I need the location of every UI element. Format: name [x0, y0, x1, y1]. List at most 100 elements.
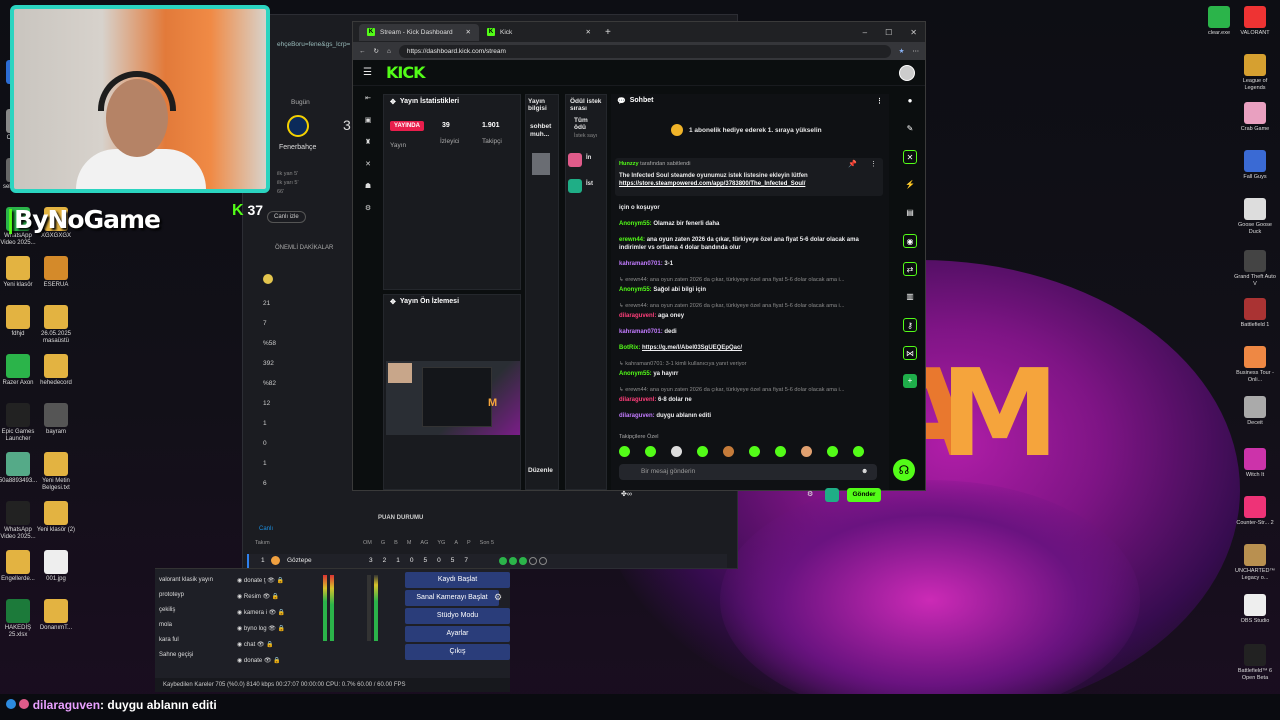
- more-icon[interactable]: ⋮: [876, 97, 883, 105]
- sidebar-icon-2[interactable]: ▣: [365, 116, 372, 124]
- chat-input[interactable]: Bir mesaj gönderin: [619, 464, 877, 480]
- obs-sources-list[interactable]: ◉ donate ţ 👁 🔒 ◉ Resim 👁 🔒 ◉ kamera i 👁 🔒 ◉…: [237, 573, 285, 669]
- obs-source-item[interactable]: ◉ chat 👁 🔒: [237, 637, 285, 653]
- reward-item-1[interactable]: İn: [586, 155, 591, 161]
- chat-tools-icon[interactable]: ✤∞: [621, 490, 632, 498]
- settings-button[interactable]: Ayarlar: [405, 626, 510, 642]
- virtual-camera-button[interactable]: Sanal Kamerayı Başlat: [405, 590, 499, 606]
- desktop-icon[interactable]: bayram: [34, 403, 78, 436]
- pinned-link[interactable]: https://store.steampowered.com/app/37838…: [619, 181, 805, 187]
- desktop-icon[interactable]: VALORANT: [1232, 6, 1278, 37]
- settings-icon[interactable]: ⚙: [807, 490, 813, 498]
- reward-all[interactable]: Tüm ödü: [566, 115, 606, 133]
- sidebar-icon-1[interactable]: ⇤: [365, 94, 371, 102]
- chat-bubble-icon[interactable]: ◉: [903, 234, 917, 248]
- crossed-swords-icon[interactable]: ✕: [365, 160, 371, 168]
- edit-button[interactable]: Düzenle: [528, 467, 553, 474]
- drag-icon[interactable]: ✥: [390, 98, 396, 106]
- obs-source-item[interactable]: ◉ kamera i 👁 🔒: [237, 605, 285, 621]
- reward-item-2[interactable]: İst: [586, 181, 593, 187]
- desktop-icon[interactable]: hehedecord: [34, 354, 78, 387]
- live-watch-button[interactable]: Canlı izle: [267, 211, 306, 223]
- emote-icon[interactable]: [671, 446, 682, 457]
- pin-icon[interactable]: 📌: [848, 160, 857, 168]
- obs-scene-item[interactable]: kara ful: [159, 633, 213, 648]
- desktop-icon[interactable]: OBS Studio: [1232, 594, 1278, 625]
- emote-icon[interactable]: [801, 446, 812, 457]
- close-icon[interactable]: ✕: [586, 28, 591, 36]
- desktop-icon[interactable]: Witch It: [1232, 448, 1278, 479]
- desktop-icon[interactable]: Yeni Metin Belgesi.txt: [34, 452, 78, 492]
- obs-scene-item[interactable]: valorant klasik yayın: [159, 573, 213, 588]
- lightning-icon[interactable]: ⚡: [903, 178, 917, 192]
- maximize-icon[interactable]: ☐: [885, 28, 892, 37]
- desktop-icon[interactable]: Crab Game: [1232, 102, 1278, 133]
- emote-icon[interactable]: [749, 446, 760, 457]
- support-icon[interactable]: ☊: [893, 459, 915, 481]
- desktop-icon[interactable]: ESERUA: [34, 256, 78, 289]
- desktop-icon[interactable]: Fall Guys: [1232, 150, 1278, 181]
- obs-scenes-list[interactable]: valorant klasik yayın prototeyp çekiliş mol…: [159, 573, 213, 663]
- emote-icon[interactable]: [827, 446, 838, 457]
- server-icon[interactable]: ▥: [903, 290, 917, 304]
- emote-icon[interactable]: [645, 446, 656, 457]
- emote-icon[interactable]: [723, 446, 734, 457]
- more-icon[interactable]: ⋮: [870, 160, 877, 168]
- home-icon[interactable]: ⌂: [387, 48, 391, 55]
- obs-scene-item[interactable]: Sahne geçişi: [159, 648, 213, 663]
- refresh-icon[interactable]: ↻: [374, 47, 379, 55]
- desktop-icon[interactable]: DonanımT...: [34, 599, 78, 632]
- obs-scene-item[interactable]: çekiliş: [159, 603, 213, 618]
- start-recording-button[interactable]: Kaydı Başlat: [405, 572, 510, 588]
- desktop-icon[interactable]: 26.05.2025 masaüstü: [34, 305, 78, 345]
- desktop-icon[interactable]: UNCHARTED™ Legacy o...: [1232, 544, 1278, 581]
- extensions-icon[interactable]: ⋯: [913, 47, 920, 55]
- desktop-icon[interactable]: League of Legends: [1232, 54, 1278, 91]
- obs-scene-item[interactable]: prototeyp: [159, 588, 213, 603]
- obs-scene-item[interactable]: mola: [159, 618, 213, 633]
- bot-icon[interactable]: [825, 488, 839, 502]
- star-icon[interactable]: ★: [899, 47, 905, 55]
- minimize-icon[interactable]: –: [863, 28, 867, 37]
- desktop-icon[interactable]: Deceit: [1232, 396, 1278, 427]
- people-icon[interactable]: ☗: [365, 182, 371, 190]
- swap-icon[interactable]: ⇄: [903, 262, 917, 276]
- share-icon[interactable]: ⋈: [903, 346, 917, 360]
- obs-source-item[interactable]: ◉ donate 👁 🔒: [237, 653, 285, 669]
- settings-icon[interactable]: ⚙: [365, 204, 371, 212]
- studio-mode-button[interactable]: Stüdyo Modu: [405, 608, 510, 624]
- close-window-icon[interactable]: ✕: [910, 28, 917, 37]
- live-tab[interactable]: Canlı: [259, 526, 273, 532]
- key-icon[interactable]: ⚷: [903, 318, 917, 332]
- info-icon[interactable]: ●: [903, 94, 917, 108]
- send-button[interactable]: Gönder: [847, 488, 881, 502]
- desktop-icon[interactable]: Grand Theft Auto V: [1232, 250, 1278, 287]
- obs-source-item[interactable]: ◉ byno log 👁 🔒: [237, 621, 285, 637]
- desktop-icon[interactable]: Battlefield 1: [1232, 298, 1278, 329]
- kick-logo[interactable]: KICK: [386, 63, 425, 82]
- desktop-icon[interactable]: Counter-Str... 2: [1232, 496, 1278, 527]
- desktop-icon[interactable]: Battlefield™ 6 Open Beta: [1232, 644, 1278, 681]
- gear-icon[interactable]: ⚙: [494, 592, 502, 603]
- avatar[interactable]: [899, 64, 915, 81]
- tab-kick-dashboard[interactable]: K Stream - Kick Dashboard ✕: [359, 23, 479, 41]
- menu-icon[interactable]: ☰: [363, 67, 372, 78]
- emote-icon[interactable]: [697, 446, 708, 457]
- desktop-icon[interactable]: 001.jpg: [34, 550, 78, 583]
- trophy-icon[interactable]: ♜: [365, 138, 371, 146]
- drag-icon[interactable]: ✥: [390, 298, 396, 306]
- add-widget-icon[interactable]: +: [903, 374, 917, 388]
- desktop-icon[interactable]: Goose Goose Duck: [1232, 198, 1278, 235]
- back-icon[interactable]: ←: [359, 48, 366, 55]
- tab-kick[interactable]: K Kick ✕: [479, 24, 599, 41]
- close-icon[interactable]: ✕: [466, 28, 471, 36]
- obs-source-item[interactable]: ◉ donate ţ 👁 🔒: [237, 573, 285, 589]
- emote-icon[interactable]: [775, 446, 786, 457]
- desktop-icon[interactable]: Yeni klasör (2): [34, 501, 78, 534]
- emote-icon[interactable]: [619, 446, 630, 457]
- crossed-icon[interactable]: ✕: [903, 150, 917, 164]
- desktop-icon[interactable]: Business Tour - Onli...: [1232, 346, 1278, 383]
- obs-source-item[interactable]: ◉ Resim 👁 🔒: [237, 589, 285, 605]
- new-tab-icon[interactable]: +: [605, 27, 611, 38]
- exit-button[interactable]: Çıkış: [405, 644, 510, 660]
